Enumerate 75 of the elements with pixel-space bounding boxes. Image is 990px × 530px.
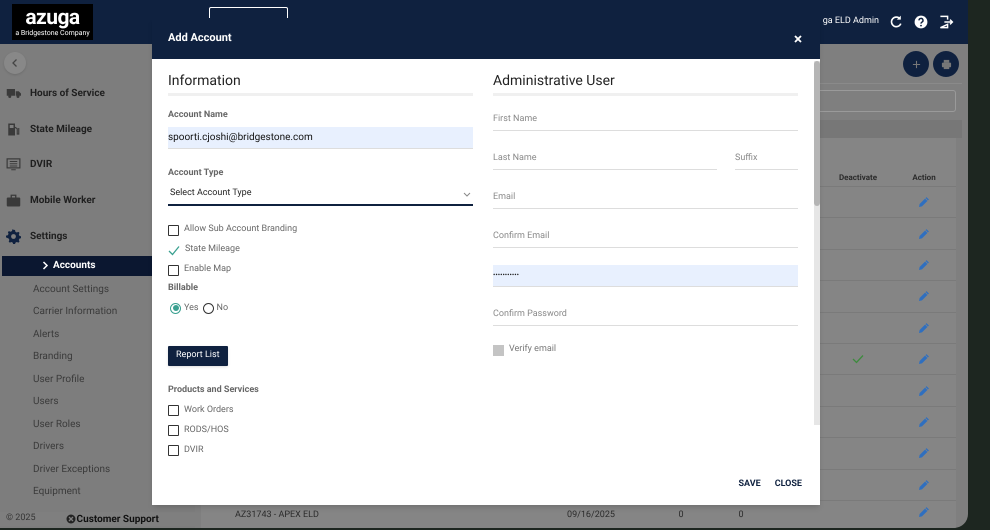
checkbox-label: Work Orders (184, 404, 234, 417)
input-field[interactable]: Confirm Password (493, 304, 798, 326)
edit-icon (918, 384, 930, 397)
checkbox[interactable] (168, 445, 179, 456)
checkbox[interactable] (168, 405, 179, 416)
input-field[interactable]: Last Name (493, 148, 717, 170)
support-link[interactable]: Customer Support (66, 512, 159, 526)
edit-icon (918, 447, 930, 460)
dialog-button[interactable]: CLOSE (770, 475, 806, 495)
edit-icon (918, 228, 930, 240)
copyright-text: © 2025 (6, 512, 36, 526)
close-button[interactable] (792, 32, 804, 44)
input-field[interactable]: Email (493, 187, 798, 209)
edit-icon (918, 416, 930, 428)
checkbox-label: Verify email (509, 343, 556, 356)
section-label: Products and Services (168, 384, 260, 397)
checkbox-label: RODS/HOS (184, 424, 229, 437)
table-cell: 0 (678, 510, 684, 520)
section-heading: Information (168, 73, 241, 89)
input-field[interactable]: Confirm Email (493, 226, 798, 248)
settings-icon (6, 228, 21, 244)
briefcase-icon (6, 193, 21, 208)
checkbox-label: Allow Sub Account Branding (184, 223, 298, 236)
back-icon (10, 58, 20, 68)
checkbox-label: State Mileage (185, 243, 240, 256)
print-button[interactable] (933, 51, 959, 77)
add-button[interactable] (903, 51, 929, 77)
submenu-item[interactable]: Accounts (2, 256, 152, 276)
chevron-icon (42, 261, 49, 270)
plus-icon (912, 60, 920, 68)
edit-icon (918, 478, 930, 491)
field-label: Account Type (168, 166, 224, 180)
scrollbar-thumb[interactable] (814, 61, 820, 206)
table-cell: 09/16/2025 (567, 510, 615, 520)
edit-icon (918, 322, 930, 334)
dialog-button[interactable]: SAVE (734, 475, 765, 495)
checkbox-label: DVIR (184, 444, 204, 457)
monitor-icon (6, 157, 21, 172)
input-field[interactable]: Suffix (735, 148, 798, 170)
fuel-pump-icon (6, 122, 21, 137)
radio-button[interactable] (202, 302, 214, 314)
close-icon (794, 34, 802, 42)
back-button[interactable] (4, 52, 26, 74)
user-name[interactable]: ga ELD Admin (822, 15, 879, 29)
column-header: Action (912, 172, 936, 182)
radio-option[interactable]: Yes (170, 302, 199, 315)
report-list-button[interactable]: Report List (168, 346, 228, 366)
checkbox-label: Enable Map (184, 263, 232, 276)
dialog-title: Add Account (168, 30, 232, 46)
edit-icon (918, 353, 930, 366)
edit-icon (918, 506, 930, 518)
checkbox[interactable] (168, 425, 179, 436)
table-cell: 0 (738, 510, 744, 520)
checkbox[interactable] (168, 264, 179, 276)
chevron-down-icon (463, 192, 471, 196)
radio-option[interactable]: No (202, 302, 228, 315)
field-label: Billable (168, 282, 200, 295)
checkbox[interactable] (168, 224, 179, 236)
checkmark-icon[interactable] (168, 244, 180, 256)
edit-icon (918, 196, 930, 208)
radio-button[interactable] (170, 302, 181, 314)
table-cell: AZ31743 - APEX ELD (235, 510, 319, 520)
column-header: Deactivate (838, 172, 878, 182)
account-type-select[interactable]: Select Account Type (168, 184, 473, 206)
edit-icon (918, 258, 930, 271)
help-icon (912, 14, 928, 30)
logout-icon (938, 14, 954, 30)
input-field[interactable]: First Name (493, 109, 798, 131)
field-label: Account Name (168, 109, 229, 122)
scrollbar[interactable] (814, 61, 820, 425)
refresh-icon (888, 14, 904, 30)
section-heading: Administrative User (493, 73, 615, 89)
edit-icon (918, 290, 930, 302)
printer-icon (940, 58, 952, 70)
input-field[interactable]: spoorti.cjoshi@bridgestone.com (168, 126, 473, 148)
